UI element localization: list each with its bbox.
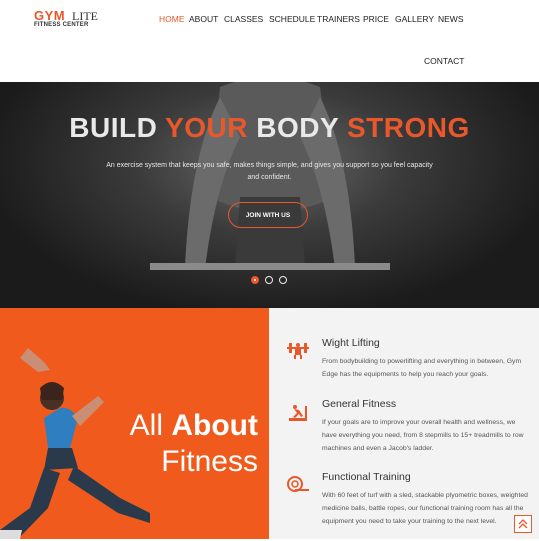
hero-title-your: YOUR (165, 112, 248, 143)
hero-slider: BUILD YOUR BODY STRONG An exercise syste… (0, 82, 539, 308)
logo-gym: GYM (34, 8, 66, 23)
weightlifting-icon (287, 343, 309, 359)
nav-classes[interactable]: CLASSES (224, 14, 263, 24)
feature-general-fitness: General Fitness If your goals are to imp… (269, 398, 539, 468)
about-title: All About Fitness (118, 408, 258, 480)
slider-dot-3[interactable] (279, 276, 287, 284)
logo-subtitle: FITNESS CENTER (34, 22, 89, 28)
nav-trainers[interactable]: TRAINERS (317, 14, 360, 24)
feature-title: Functional Training (322, 471, 411, 483)
feature-weight-lifting: Wight Lifting From bodybuilding to power… (269, 337, 539, 397)
nav-gallery[interactable]: GALLERY (395, 14, 434, 24)
feature-functional-training: Functional Training With 60 feet of turf… (269, 471, 539, 541)
about-title-all: All (129, 409, 164, 442)
feature-title: General Fitness (322, 398, 397, 410)
site-header: GYM LITE FITNESS CENTER HOME ABOUT CLASS… (0, 0, 539, 82)
logo[interactable]: GYM LITE FITNESS CENTER (34, 8, 106, 30)
nav-contact[interactable]: CONTACT (424, 56, 464, 66)
feature-title: Wight Lifting (322, 337, 380, 349)
slider-dot-2[interactable] (265, 276, 273, 284)
hero-title-strong: STRONG (346, 112, 470, 143)
chevron-double-up-icon (518, 519, 528, 529)
feature-description: If your goals are to improve your overal… (322, 419, 524, 452)
features-panel: Wight Lifting From bodybuilding to power… (269, 308, 539, 539)
hero-title-body: BODY (248, 112, 347, 143)
nav-news[interactable]: NEWS (438, 14, 464, 24)
slider-dot-1-center (254, 279, 256, 281)
nav-home[interactable]: HOME (159, 14, 185, 24)
hero-title: BUILD YOUR BODY STRONG (0, 112, 539, 144)
treadmill-icon (289, 405, 307, 421)
about-title-fitness: Fitness (161, 445, 258, 478)
hero-subtitle: An exercise system that keeps you safe, … (106, 162, 433, 181)
about-title-about: About (171, 409, 258, 442)
feature-description: With 60 feet of turf with a sled, stacka… (322, 492, 528, 525)
nav-schedule[interactable]: SCHEDULE (269, 14, 315, 24)
slider-dot-1[interactable] (251, 276, 259, 284)
nav-price[interactable]: PRICE (363, 14, 389, 24)
hero-title-build: BUILD (69, 112, 166, 143)
about-panel: All About Fitness (0, 308, 269, 539)
nav-about[interactable]: ABOUT (189, 14, 218, 24)
join-button[interactable]: JOIN WITH US (228, 202, 308, 228)
scroll-to-top-button[interactable] (514, 515, 532, 533)
feature-description: From bodybuilding to powerlifting and ev… (322, 358, 522, 378)
slider-dots (248, 275, 294, 285)
mat-roll-icon (287, 476, 309, 492)
